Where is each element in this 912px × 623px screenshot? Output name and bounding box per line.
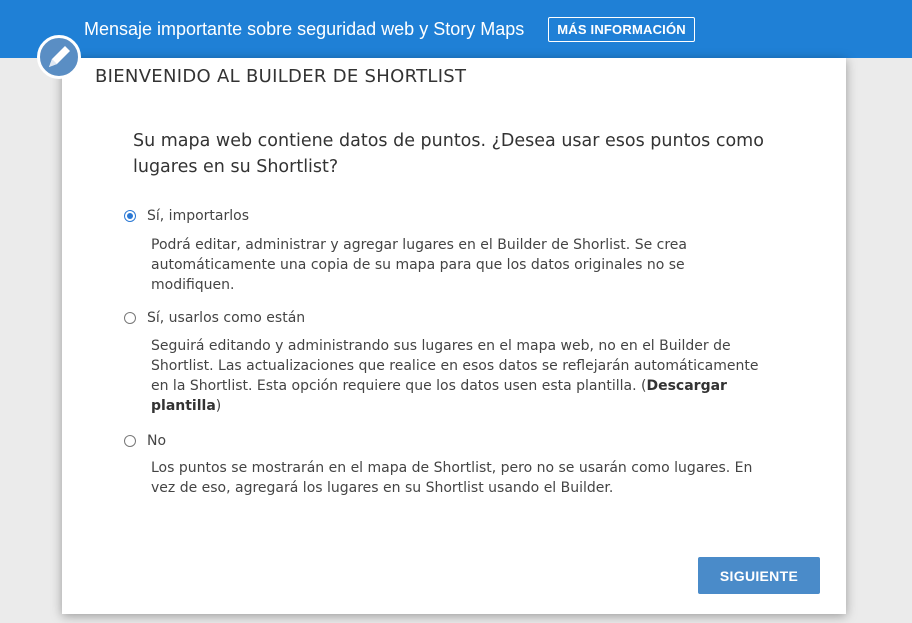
next-button[interactable]: SIGUIENTE xyxy=(698,557,820,594)
option-use-as-is[interactable]: Sí, usarlos como están xyxy=(124,310,305,326)
option-use-as-is-description: Seguirá editando y administrando sus lug… xyxy=(151,336,771,416)
option-use-as-is-text-end: ) xyxy=(215,398,222,414)
pencil-icon xyxy=(37,35,81,79)
banner-message: Mensaje importante sobre seguridad web y… xyxy=(84,18,525,39)
option-import[interactable]: Sí, importarlos xyxy=(124,208,249,224)
option-no-description: Los puntos se mostrarán en el mapa de Sh… xyxy=(151,460,753,496)
import-question: Su mapa web contiene datos de puntos. ¿D… xyxy=(133,131,764,177)
more-info-button[interactable]: MÁS INFORMACIÓN xyxy=(548,16,695,42)
security-banner: Mensaje importante sobre seguridad web y… xyxy=(0,0,912,58)
radio-import[interactable] xyxy=(124,210,136,222)
radio-no[interactable] xyxy=(124,435,136,447)
option-no-label: No xyxy=(147,433,167,449)
radio-use-as-is[interactable] xyxy=(124,312,136,324)
option-import-description: Podrá editar, administrar y agregar luga… xyxy=(151,237,687,293)
option-no[interactable]: No xyxy=(124,433,166,449)
dialog-title: BIENVENIDO AL BUILDER DE SHORTLIST xyxy=(95,66,467,87)
option-import-label: Sí, importarlos xyxy=(147,208,249,224)
option-use-as-is-label: Sí, usarlos como están xyxy=(147,310,306,326)
